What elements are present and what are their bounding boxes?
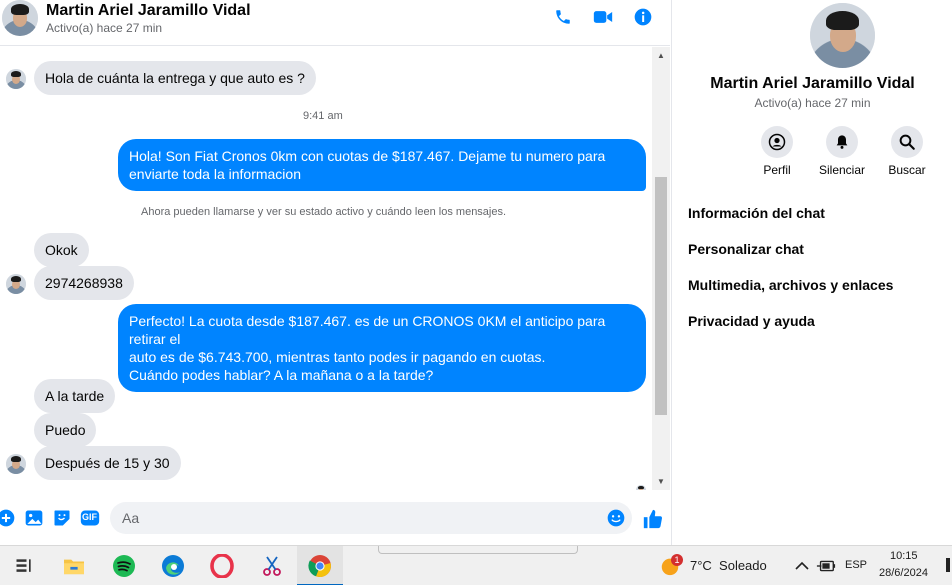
messenger-window: Martin Ariel Jaramillo Vidal Activo(a) h… bbox=[0, 0, 952, 585]
incoming-message[interactable]: 2974268938 bbox=[34, 266, 134, 300]
contact-name[interactable]: Martin Ariel Jaramillo Vidal bbox=[46, 2, 251, 20]
incoming-message[interactable]: Okok bbox=[34, 233, 89, 267]
windows-taskbar: 1 7°C Soleado ESP 10:15 28/6/2024 bbox=[0, 545, 952, 585]
message-line: Cuándo podes hablar? A la mañana o a la … bbox=[129, 367, 434, 383]
scroll-down-icon[interactable]: ▼ bbox=[657, 477, 665, 486]
sticker-icon[interactable] bbox=[52, 508, 72, 528]
read-receipt-avatar bbox=[636, 485, 646, 490]
like-icon[interactable] bbox=[642, 508, 663, 529]
message-input[interactable]: Aa bbox=[110, 502, 632, 534]
panel-contact-name: Martin Ariel Jaramillo Vidal bbox=[710, 75, 915, 92]
file-explorer-icon[interactable] bbox=[60, 552, 88, 580]
opera-icon[interactable] bbox=[208, 552, 236, 580]
mute-button[interactable]: Silenciar bbox=[812, 126, 872, 177]
message-avatar bbox=[6, 69, 26, 89]
search-icon bbox=[891, 126, 923, 158]
emoji-icon[interactable] bbox=[606, 508, 626, 528]
message-line: Perfecto! La cuota desde $187.467. es de… bbox=[129, 313, 606, 347]
menu-customize-chat[interactable]: Personalizar chat bbox=[688, 241, 804, 257]
chrome-icon[interactable] bbox=[306, 552, 334, 580]
profile-avatar[interactable] bbox=[810, 3, 875, 68]
message-avatar bbox=[6, 274, 26, 294]
message-avatar bbox=[6, 454, 26, 474]
chat-details-panel: Martin Ariel Jaramillo Vidal Activo(a) h… bbox=[671, 0, 952, 545]
mute-label: Silenciar bbox=[818, 163, 866, 177]
gif-icon[interactable]: GIF bbox=[80, 508, 100, 528]
profile-button[interactable]: Perfil bbox=[747, 126, 807, 177]
outgoing-message[interactable]: Perfecto! La cuota desde $187.467. es de… bbox=[118, 304, 646, 392]
clock-time[interactable]: 10:15 bbox=[890, 550, 918, 562]
clock-date[interactable]: 28/6/2024 bbox=[879, 567, 928, 579]
menu-privacy-help[interactable]: Privacidad y ayuda bbox=[688, 313, 815, 329]
snipping-tool-icon[interactable] bbox=[258, 552, 286, 580]
menu-chat-info[interactable]: Información del chat bbox=[688, 205, 825, 221]
incoming-message[interactable]: A la tarde bbox=[34, 379, 116, 413]
contact-avatar[interactable] bbox=[2, 0, 38, 36]
weather-badge: 1 bbox=[671, 554, 683, 566]
outgoing-message[interactable]: Hola! Son Fiat Cronos 0km con cuotas de … bbox=[118, 139, 646, 191]
bell-icon bbox=[826, 126, 858, 158]
incoming-message[interactable]: Puedo bbox=[34, 413, 97, 447]
message-placeholder: Aa bbox=[122, 510, 140, 526]
message-scrollbar[interactable]: ▲ ▼ bbox=[652, 47, 670, 490]
search-button[interactable]: Buscar bbox=[877, 126, 937, 177]
profile-label: Perfil bbox=[763, 163, 791, 177]
message-timestamp: 9:41 am bbox=[303, 110, 343, 122]
panel-contact-status: Activo(a) hace 27 min bbox=[754, 96, 871, 110]
image-icon[interactable] bbox=[24, 508, 44, 528]
scrollbar-thumb[interactable] bbox=[655, 177, 667, 415]
edge-icon[interactable] bbox=[159, 552, 187, 580]
task-view-icon[interactable] bbox=[10, 552, 38, 580]
chat-header: Martin Ariel Jaramillo Vidal Activo(a) h… bbox=[0, 0, 670, 46]
spotify-icon[interactable] bbox=[110, 552, 138, 580]
message-composer: GIF Aa bbox=[0, 500, 670, 540]
language-indicator[interactable]: ESP bbox=[845, 559, 867, 571]
plus-icon[interactable] bbox=[0, 508, 16, 528]
incoming-message[interactable]: Después de 15 y 30 bbox=[34, 446, 181, 480]
contact-status: Activo(a) hace 27 min bbox=[46, 21, 163, 35]
profile-icon bbox=[761, 126, 793, 158]
message-list[interactable]: Hola de cuánta la entrega y que auto es … bbox=[0, 47, 652, 490]
gif-label: GIF bbox=[82, 512, 97, 522]
menu-media-files-links[interactable]: Multimedia, archivos y enlaces bbox=[688, 277, 893, 293]
show-desktop-button[interactable] bbox=[946, 558, 950, 572]
video-icon[interactable] bbox=[592, 6, 614, 28]
search-label: Buscar bbox=[888, 163, 926, 177]
system-notice: Ahora pueden llamarse y ver su estado ac… bbox=[141, 206, 507, 218]
info-icon[interactable] bbox=[632, 6, 654, 28]
incoming-message[interactable]: Hola de cuánta la entrega y que auto es … bbox=[34, 61, 316, 95]
taskbar-preview-edge bbox=[378, 546, 578, 554]
battery-network-icon[interactable] bbox=[812, 552, 840, 580]
scroll-up-icon[interactable]: ▲ bbox=[657, 51, 665, 60]
weather-text[interactable]: 7°C Soleado bbox=[690, 558, 767, 573]
phone-icon[interactable] bbox=[552, 6, 574, 28]
message-line: auto es de $6.743.700, mientras tanto po… bbox=[129, 349, 546, 365]
